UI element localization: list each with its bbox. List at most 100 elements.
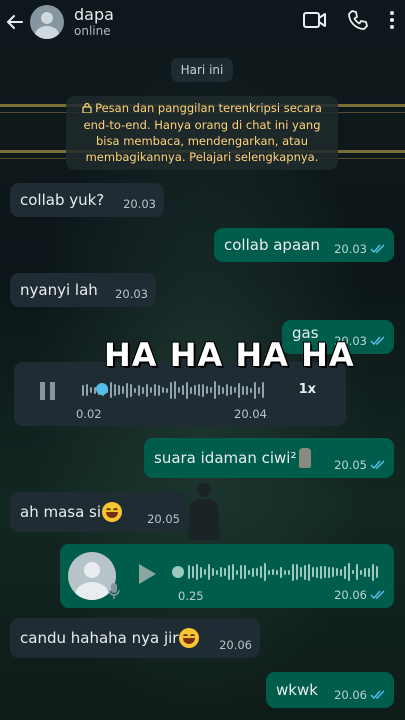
voice-message-outgoing[interactable]: 0.25 20.06 [60,544,394,608]
voice-waveform[interactable] [188,562,378,582]
waveform-bar [232,564,234,580]
waveform-bar [186,381,188,399]
lock-icon [82,101,92,117]
waveform-bar [138,384,140,396]
read-ticks-icon [370,460,385,470]
message-bubble-outgoing[interactable]: wkwk 20.06 [266,672,394,708]
pause-button[interactable] [38,380,58,406]
waveform-bar [256,568,258,576]
waveform-bar [134,387,136,393]
waveform-bar [252,567,254,577]
waveform-bar [238,382,240,398]
waveform-bar [212,568,214,576]
read-ticks-icon [370,336,385,346]
play-button[interactable] [136,562,158,590]
playback-speed-button[interactable]: 1x [299,382,316,397]
waveform-bar [196,564,198,580]
waveform-bar [234,387,236,393]
waveform-bar [130,383,132,397]
playback-knob[interactable] [172,566,184,578]
waveform-bar [348,563,350,581]
message-bubble-incoming[interactable]: nyanyi lah 20.03 [10,273,156,307]
waveform-bar [174,381,176,399]
waveform-bar [170,381,172,399]
date-chip: Hari ini [171,58,233,82]
message-bubble-outgoing[interactable]: collab apaan 20.03 [214,228,394,262]
waveform-bar [336,568,338,576]
message-text: suara idaman ciwi² [154,449,297,467]
waveform-bar [308,563,310,581]
waveform-bar [328,566,330,578]
waveform-bar [344,565,346,579]
voice-call-icon[interactable] [347,9,369,35]
message-time: 20.03 [123,197,156,211]
message-bubble-outgoing[interactable]: suara idaman ciwi² 20.05 [144,438,394,478]
encryption-notice[interactable]: Pesan dan panggilan terenkripsi secara e… [66,96,338,170]
waveform-bar [226,384,228,396]
back-arrow-icon[interactable] [2,0,28,44]
waveform-bar [340,568,342,576]
chat-header: dapa online [0,0,405,44]
waveform-bar [356,564,358,580]
waveform-bar [220,567,222,577]
contact-info[interactable]: dapa online [74,5,114,39]
waveform-bar [162,387,164,393]
waveform-bar [110,382,112,398]
waveform-bar [190,386,192,394]
waveform-bar [230,385,232,395]
message-time: 20.05 [334,458,367,472]
waveform-bar [228,564,230,580]
grinning-squinting-emoji [179,628,200,648]
waveform-bar [166,387,168,393]
waveform-bar [250,387,252,393]
read-ticks-icon [370,244,385,254]
waveform-bar [182,385,184,395]
waveform-bar [222,386,224,394]
waveform-bar [114,384,116,396]
message-time: 20.03 [334,242,367,256]
waveform-bar [300,567,302,577]
waveform-bar [206,386,208,394]
message-text: wkwk [276,681,318,699]
waveform-bar [284,569,286,575]
waveform-bar [272,569,274,575]
waveform-bar [268,569,270,575]
message-bubble-incoming[interactable]: ah masa si 20.05 [10,492,188,532]
waveform-bar [292,563,294,581]
waveform-bar [304,564,306,580]
waveform-bar [158,384,160,396]
more-options-icon[interactable] [389,10,395,34]
video-call-icon[interactable] [303,11,327,33]
message-text: collab yuk? [20,191,105,209]
waveform-bar [178,387,180,393]
waveform-bar [276,569,278,575]
read-ticks-icon [370,690,385,700]
waveform-bar [262,382,264,398]
voice-waveform[interactable] [82,380,264,400]
message-text: collab apaan [224,236,320,254]
playback-knob[interactable] [96,383,108,395]
waveform-bar [244,565,246,579]
waveform-bar [210,387,212,393]
waveform-bar [90,387,92,393]
waveform-bar [150,387,152,393]
message-bubble-incoming[interactable]: candu hahaha nya jir 20.06 [10,618,260,658]
waveform-bar [376,566,378,578]
waveform-bar [208,564,210,580]
waveform-bar [280,566,282,578]
message-bubble-incoming[interactable]: collab yuk? 20.03 [10,183,164,217]
waveform-bar [216,569,218,575]
waveform-bar [360,569,362,575]
waveform-bar [320,565,322,579]
waveform-bar [260,566,262,578]
waveform-bar [198,384,200,396]
waveform-bar [352,570,354,574]
message-text: nyanyi lah [20,281,98,299]
message-time: 20.04 [234,407,267,421]
message-time: 20.05 [147,512,180,526]
waveform-bar [188,565,190,579]
waveform-bar [248,569,250,575]
waveform-bar [316,566,318,578]
avatar[interactable] [30,5,64,39]
grinning-sweat-emoji [102,502,123,522]
